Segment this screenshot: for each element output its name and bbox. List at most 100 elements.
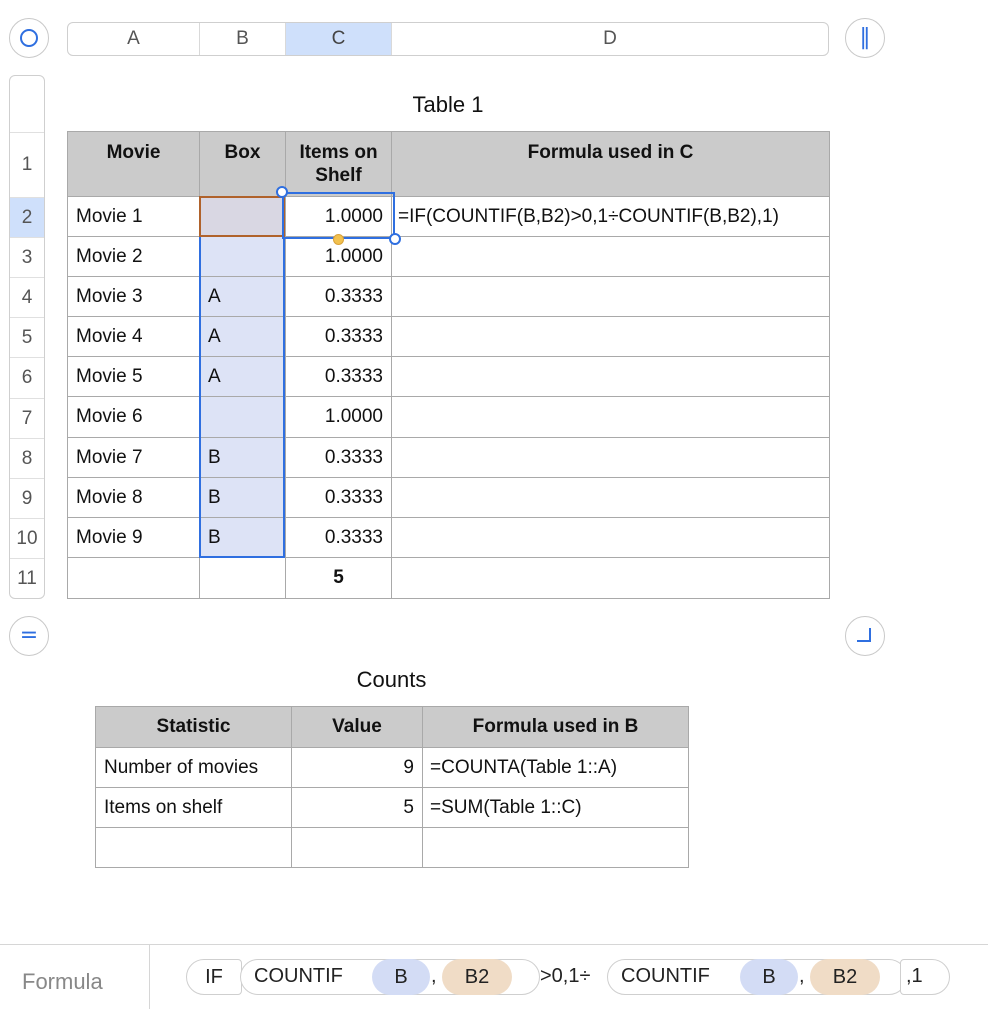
table-cell[interactable]: 0.3333	[285, 517, 392, 558]
select-all-button[interactable]	[9, 18, 49, 58]
table-row: Number of movies 9 =COUNTA(Table 1::A)	[95, 747, 689, 788]
table-cell[interactable]	[391, 477, 830, 518]
table-cell[interactable]: Movie 2	[67, 236, 200, 277]
table-cell[interactable]	[67, 557, 200, 599]
formula-token-ref-b2-2[interactable]: B2	[810, 959, 880, 995]
table-cell[interactable]	[391, 437, 830, 478]
selected-cell-outline	[282, 192, 395, 239]
resize-table-button[interactable]	[845, 616, 885, 656]
table-cell[interactable]: 1.0000	[285, 396, 392, 438]
referenced-cell-outline	[199, 196, 285, 237]
formula-token-countif[interactable]: COUNTIF	[254, 965, 343, 988]
table1-title[interactable]: Table 1	[67, 92, 829, 118]
table-cell[interactable]	[391, 557, 830, 599]
table-cell[interactable]	[391, 276, 830, 317]
table-cell[interactable]: Movie 4	[67, 316, 200, 357]
row-header-6[interactable]: 6	[10, 357, 44, 398]
table-row: Movie 2 1.0000	[67, 236, 830, 277]
table-cell[interactable]: Movie 3	[67, 276, 200, 317]
freeze-columns-button[interactable]: ‖	[845, 18, 885, 58]
table-cell[interactable]: 5	[291, 787, 423, 828]
column-header-a[interactable]: A	[68, 23, 200, 55]
table-cell[interactable]	[291, 827, 423, 868]
header-formula-used-in-c[interactable]: Formula used in C	[391, 131, 830, 197]
table-cell-total[interactable]: 5	[285, 557, 392, 599]
table-row: Items on shelf 5 =SUM(Table 1::C)	[95, 787, 689, 828]
table-cell[interactable]: 0.3333	[285, 316, 392, 357]
row-header-7[interactable]: 7	[10, 398, 44, 438]
formula-token-countif-2[interactable]: COUNTIF	[621, 965, 710, 988]
table-cell[interactable]: 0.3333	[285, 356, 392, 397]
table-cell[interactable]	[95, 827, 292, 868]
table-cell[interactable]: Movie 8	[67, 477, 200, 518]
header-movie[interactable]: Movie	[67, 131, 200, 197]
row-header-4[interactable]: 4	[10, 277, 44, 317]
table-row	[95, 827, 689, 868]
formula-label: Formula	[22, 969, 103, 994]
table-cell[interactable]: =COUNTA(Table 1::A)	[422, 747, 689, 788]
table-row: Movie 8 B 0.3333	[67, 477, 830, 518]
table-cell[interactable]: 0.3333	[285, 276, 392, 317]
column-header-c[interactable]: C	[286, 23, 392, 55]
header-statistic[interactable]: Statistic	[95, 706, 292, 748]
formula-token-if[interactable]: IF	[186, 959, 242, 995]
table2-title[interactable]: Counts	[95, 667, 688, 693]
formula-token-operator: >0,1÷	[540, 965, 591, 987]
row-header-1[interactable]: 1	[10, 132, 44, 197]
table-row: Movie 1 1.0000 =IF(COUNTIF(B,B2)>0,1÷COU…	[67, 196, 830, 237]
table-cell[interactable]	[391, 396, 830, 438]
row-header-5[interactable]: 5	[10, 317, 44, 357]
table-cell[interactable]	[391, 236, 830, 277]
table-cell[interactable]: Movie 9	[67, 517, 200, 558]
header-formula-used-in-b[interactable]: Formula used in B	[422, 706, 689, 748]
circle-icon	[20, 29, 38, 47]
table-row: Movie 5 A 0.3333	[67, 356, 830, 397]
table-cell[interactable]	[391, 517, 830, 558]
formula-token-comma-2: ,	[799, 965, 805, 987]
table-footer-row: 5	[67, 557, 830, 599]
autofill-handle[interactable]	[333, 234, 344, 245]
table-cell[interactable]: Movie 7	[67, 437, 200, 478]
counts-table: Statistic Value Formula used in B Number…	[95, 706, 689, 868]
table-cell[interactable]: 0.3333	[285, 437, 392, 478]
row-header-10[interactable]: 10	[10, 518, 44, 558]
row-header-3[interactable]: 3	[10, 237, 44, 277]
table-cell[interactable]	[422, 827, 689, 868]
column-header-d[interactable]: D	[392, 23, 828, 55]
formula-token-ref-b-2[interactable]: B	[740, 959, 798, 995]
equals-icon: =	[19, 623, 39, 648]
table-cell[interactable]: 9	[291, 747, 423, 788]
row-header-8[interactable]: 8	[10, 438, 44, 478]
formula-bar: Formula IF COUNTIF B , B2 >0,1÷ COUNTIF …	[0, 944, 988, 1009]
header-value[interactable]: Value	[291, 706, 423, 748]
table-cell[interactable]: Movie 6	[67, 396, 200, 438]
row-header-9[interactable]: 9	[10, 478, 44, 518]
table-cell[interactable]: Number of movies	[95, 747, 292, 788]
table-cell[interactable]: =SUM(Table 1::C)	[422, 787, 689, 828]
column-header-b[interactable]: B	[200, 23, 286, 55]
table-row: Movie 3 A 0.3333	[67, 276, 830, 317]
row-header-11[interactable]: 11	[10, 558, 44, 598]
table-cell[interactable]: Items on shelf	[95, 787, 292, 828]
selection-handle-bottom-right[interactable]	[389, 233, 401, 245]
pause-bars-icon: ‖	[859, 25, 871, 50]
row-header-2[interactable]: 2	[10, 197, 44, 237]
table-cell[interactable]	[391, 316, 830, 357]
table-row: Movie 9 B 0.3333	[67, 517, 830, 558]
header-items-on-shelf[interactable]: Items on Shelf	[285, 131, 392, 197]
table-cell[interactable]: =IF(COUNTIF(B,B2)>0,1÷COUNTIF(B,B2),1)	[391, 196, 830, 237]
row-header-bar: 1 2 3 4 5 6 7 8 9 10 11	[9, 75, 45, 599]
table-cell[interactable]	[199, 557, 286, 599]
column-header-bar: A B C D	[67, 22, 829, 56]
formula-token-ref-b2[interactable]: B2	[442, 959, 512, 995]
table-cell[interactable]: Movie 1	[67, 196, 200, 237]
table-cell[interactable]: Movie 5	[67, 356, 200, 397]
table-cell[interactable]: 0.3333	[285, 477, 392, 518]
formula-token-tail: ,1	[906, 965, 923, 987]
freeze-rows-button[interactable]: =	[9, 616, 49, 656]
selection-handle-top-left[interactable]	[276, 186, 288, 198]
table-row: Movie 7 B 0.3333	[67, 437, 830, 478]
formula-token-ref-b[interactable]: B	[372, 959, 430, 995]
table-cell[interactable]	[391, 356, 830, 397]
header-box[interactable]: Box	[199, 131, 286, 197]
